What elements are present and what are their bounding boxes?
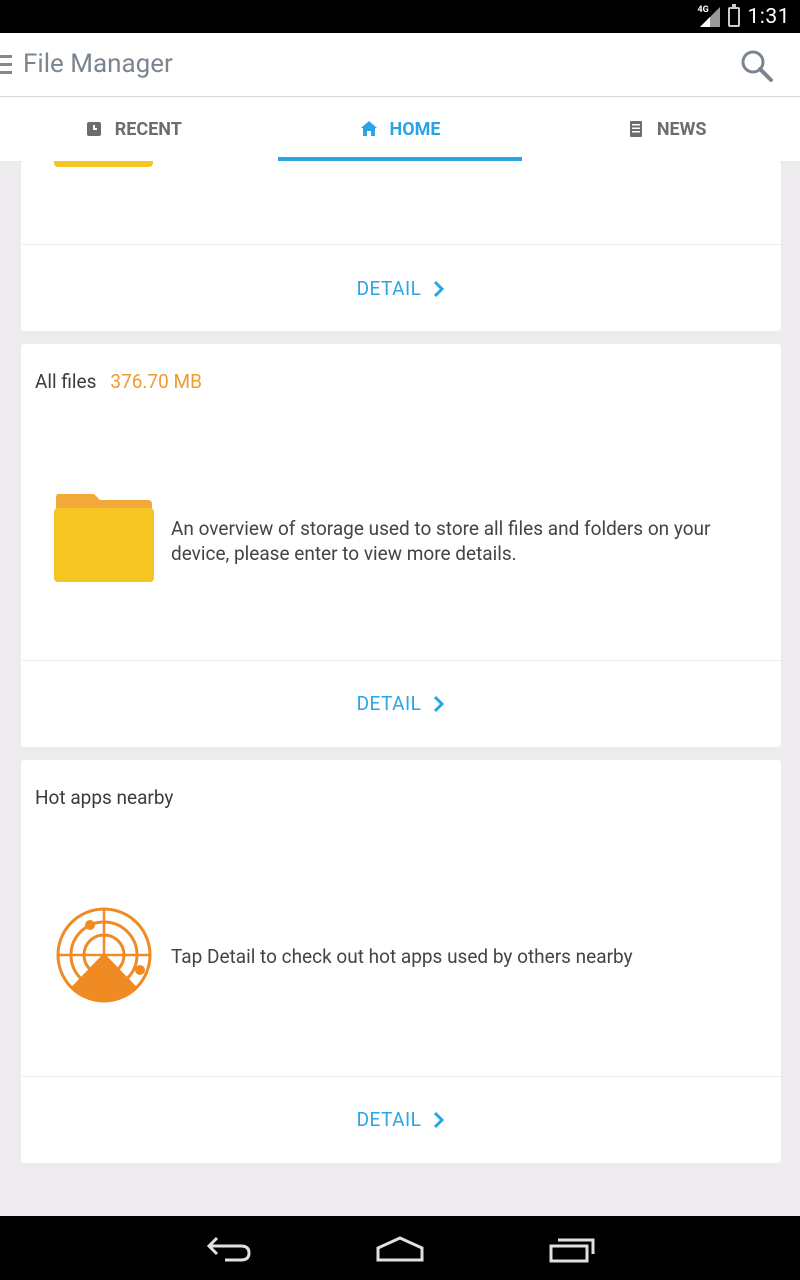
chevron-right-icon bbox=[434, 695, 445, 712]
tab-bar: RECENT HOME NEWS bbox=[0, 97, 800, 161]
hot-apps-detail-button[interactable]: DETAIL bbox=[21, 1108, 781, 1131]
chevron-right-icon bbox=[434, 1111, 445, 1128]
hot-apps-card[interactable]: Hot apps nearby Tap Detail to check out … bbox=[21, 760, 781, 1163]
recent-icon bbox=[86, 122, 101, 136]
menu-icon[interactable] bbox=[0, 55, 12, 75]
card-description: An overview of storage used to store all… bbox=[171, 517, 711, 565]
signal-icon: 4G bbox=[697, 4, 720, 27]
all-files-detail-button[interactable]: DETAIL bbox=[21, 692, 781, 715]
news-icon bbox=[629, 121, 642, 137]
tab-news[interactable]: NEWS bbox=[533, 97, 800, 161]
recent-apps-icon[interactable] bbox=[548, 1234, 596, 1264]
status-bar: 4G 1:31 bbox=[0, 0, 800, 33]
home-nav-icon[interactable] bbox=[374, 1234, 426, 1264]
app-bar: File Manager bbox=[0, 33, 800, 97]
card-header: All files 376.70 MB bbox=[35, 370, 202, 393]
card-description: Tap Detail to check out hot apps used by… bbox=[171, 945, 633, 968]
tab-news-label: NEWS bbox=[656, 118, 707, 140]
tab-home-label: HOME bbox=[389, 118, 441, 140]
status-time: 1:31 bbox=[747, 4, 790, 29]
chevron-right-icon bbox=[434, 280, 445, 297]
battery-icon bbox=[727, 3, 740, 27]
back-icon[interactable] bbox=[205, 1234, 253, 1264]
tab-home[interactable]: HOME bbox=[267, 97, 534, 161]
folder-icon bbox=[54, 494, 154, 582]
detail-label: DETAIL bbox=[356, 277, 422, 300]
top-card: DETAIL bbox=[21, 161, 781, 331]
radar-icon bbox=[56, 907, 152, 1003]
card-header: Hot apps nearby bbox=[35, 786, 173, 809]
detail-label: DETAIL bbox=[356, 692, 422, 715]
top-detail-button[interactable]: DETAIL bbox=[21, 277, 781, 300]
detail-label: DETAIL bbox=[356, 1108, 422, 1131]
app-title: File Manager bbox=[23, 49, 173, 79]
home-icon bbox=[360, 121, 377, 136]
card-title: Hot apps nearby bbox=[35, 786, 174, 809]
tab-recent[interactable]: RECENT bbox=[0, 97, 267, 161]
navigation-bar bbox=[0, 1216, 800, 1280]
card-title: All files bbox=[35, 370, 97, 393]
search-icon[interactable] bbox=[740, 49, 774, 83]
all-files-card[interactable]: All files 376.70 MB An overview of stora… bbox=[21, 344, 781, 747]
network-type: 4G bbox=[697, 4, 709, 15]
storage-size: 376.70 MB bbox=[110, 370, 202, 393]
tab-recent-label: RECENT bbox=[114, 118, 182, 140]
partial-folder-icon bbox=[54, 161, 153, 167]
